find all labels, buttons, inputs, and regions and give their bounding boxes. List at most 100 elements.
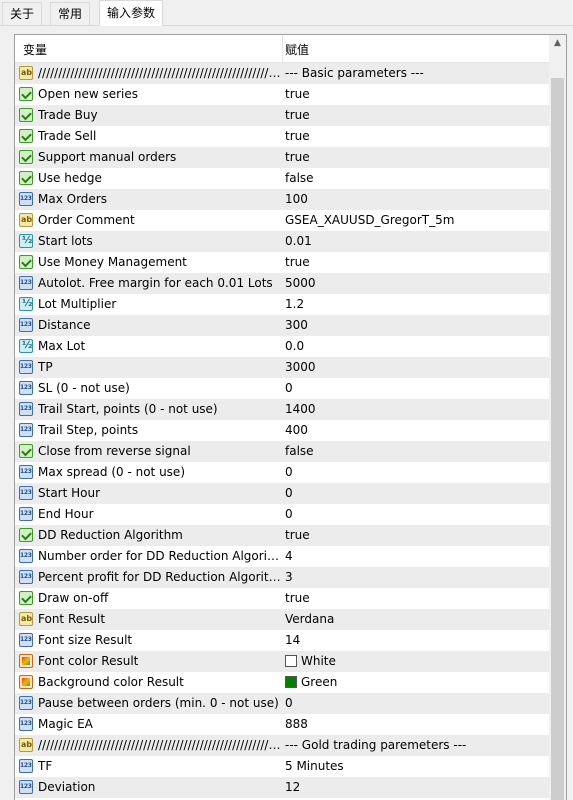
parameter-row[interactable]: Draw on-off true: [15, 588, 549, 609]
integer-type-icon: [19, 423, 33, 437]
parameter-row[interactable]: End Hour 0: [15, 504, 549, 525]
parameter-value[interactable]: 0: [285, 696, 545, 710]
parameter-row[interactable]: SL (0 - not use) 0: [15, 378, 549, 399]
color-swatch[interactable]: [285, 655, 297, 667]
column-separator[interactable]: [282, 35, 283, 62]
parameter-value[interactable]: 0: [285, 486, 545, 500]
scrollbar-thumb[interactable]: [551, 78, 564, 800]
bool-type-icon: [19, 87, 33, 101]
parameter-row[interactable]: Trade Buy true: [15, 105, 549, 126]
bool-type-icon: [19, 255, 33, 269]
parameter-value[interactable]: 888: [285, 717, 545, 731]
parameter-value[interactable]: 0.0: [285, 339, 545, 353]
parameter-row[interactable]: Use hedge false: [15, 168, 549, 189]
parameter-row[interactable]: ////////////////////////////////////////…: [15, 735, 549, 756]
parameter-value-text: --- Basic parameters ---: [285, 66, 424, 80]
parameter-value[interactable]: --- Basic parameters ---: [285, 66, 545, 80]
parameter-value-text: 0: [285, 486, 293, 500]
color-swatch[interactable]: [285, 676, 297, 688]
parameter-row[interactable]: Open new series true: [15, 84, 549, 105]
parameter-value[interactable]: true: [285, 129, 545, 143]
parameter-value[interactable]: 3: [285, 570, 545, 584]
parameter-row[interactable]: Trade Sell true: [15, 126, 549, 147]
parameter-row[interactable]: DD Reduction Algorithm true: [15, 525, 549, 546]
parameter-value[interactable]: true: [285, 591, 545, 605]
parameter-value[interactable]: White: [285, 654, 545, 668]
parameter-value[interactable]: 100: [285, 192, 545, 206]
parameter-row[interactable]: Distance 300: [15, 315, 549, 336]
parameter-row[interactable]: Max Orders 100: [15, 189, 549, 210]
parameter-row[interactable]: Lot Multiplier 1.2: [15, 294, 549, 315]
parameter-value[interactable]: 300: [285, 318, 545, 332]
parameter-value[interactable]: true: [285, 108, 545, 122]
vertical-scrollbar[interactable]: ▲: [549, 35, 566, 800]
tab-common[interactable]: 常用: [50, 2, 91, 25]
parameter-row[interactable]: Deviation 12: [15, 777, 549, 798]
parameter-row[interactable]: Magic EA 888: [15, 714, 549, 735]
parameter-name: Font color Result: [38, 654, 139, 668]
parameter-value[interactable]: Green: [285, 675, 545, 689]
parameters-grid: 变量 赋值 //////////////////////////////////…: [15, 35, 549, 798]
parameter-row[interactable]: Use Money Management true: [15, 252, 549, 273]
parameter-name: Support manual orders: [38, 150, 177, 164]
parameter-row[interactable]: Start Hour 0: [15, 483, 549, 504]
parameter-value[interactable]: GSEA_XAUUSD_GregorT_5m: [285, 213, 545, 227]
parameter-row[interactable]: Max Lot 0.0: [15, 336, 549, 357]
parameter-row[interactable]: ////////////////////////////////////////…: [15, 63, 549, 84]
parameter-row[interactable]: Font color Result White: [15, 651, 549, 672]
parameter-value[interactable]: 14: [285, 633, 545, 647]
parameter-value[interactable]: 1.2: [285, 297, 545, 311]
parameter-value-text: 0: [285, 465, 293, 479]
parameter-row[interactable]: TP 3000: [15, 357, 549, 378]
parameter-value[interactable]: false: [285, 171, 545, 185]
parameter-name: Max Lot: [38, 339, 86, 353]
parameter-row[interactable]: Autolot. Free margin for each 0.01 Lots 5…: [15, 273, 549, 294]
parameter-value[interactable]: Verdana: [285, 612, 545, 626]
parameter-row[interactable]: Trail Step, points 400: [15, 420, 549, 441]
parameter-value[interactable]: 0: [285, 507, 545, 521]
column-header-value[interactable]: 赋值: [285, 41, 309, 58]
parameter-value[interactable]: true: [285, 528, 545, 542]
parameter-value[interactable]: 12: [285, 780, 545, 794]
parameter-name: Close from reverse signal: [38, 444, 191, 458]
parameter-value-text: 0: [285, 381, 293, 395]
parameter-value[interactable]: 0.01: [285, 234, 545, 248]
parameter-value-text: 3000: [285, 360, 316, 374]
column-header-variable[interactable]: 变量: [23, 41, 47, 58]
parameter-row[interactable]: Number order for DD Reduction Algorithm 4: [15, 546, 549, 567]
scroll-up-arrow-icon[interactable]: ▲: [549, 35, 566, 52]
parameter-value[interactable]: true: [285, 255, 545, 269]
parameter-name: Max spread (0 - not use): [38, 465, 185, 479]
parameter-row[interactable]: Percent profit for DD Reduction Algorith…: [15, 567, 549, 588]
parameter-value[interactable]: --- Gold trading paremeters ---: [285, 738, 545, 752]
parameter-value-text: 300: [285, 318, 308, 332]
parameter-row[interactable]: Font size Result 14: [15, 630, 549, 651]
parameter-value[interactable]: 0: [285, 465, 545, 479]
parameter-name: Magic EA: [38, 717, 93, 731]
parameter-row[interactable]: Start lots 0.01: [15, 231, 549, 252]
parameter-name: TF: [38, 759, 53, 773]
parameter-value[interactable]: 4: [285, 549, 545, 563]
parameter-row[interactable]: Close from reverse signal false: [15, 441, 549, 462]
tab-about[interactable]: 关于: [2, 2, 43, 25]
tab-inputs[interactable]: 输入参数: [99, 0, 164, 26]
parameter-value[interactable]: true: [285, 87, 545, 101]
parameter-row[interactable]: Support manual orders true: [15, 147, 549, 168]
parameter-row[interactable]: Background color Result Green: [15, 672, 549, 693]
grid-header: 变量 赋值: [15, 35, 549, 63]
parameter-row[interactable]: Max spread (0 - not use) 0: [15, 462, 549, 483]
parameter-value[interactable]: 400: [285, 423, 545, 437]
parameter-value[interactable]: 1400: [285, 402, 545, 416]
parameter-row[interactable]: Order Comment GSEA_XAUUSD_GregorT_5m: [15, 210, 549, 231]
bool-type-icon: [19, 129, 33, 143]
parameter-row[interactable]: Trail Start, points (0 - not use) 1400: [15, 399, 549, 420]
parameter-row[interactable]: TF 5 Minutes: [15, 756, 549, 777]
parameter-value[interactable]: 5000: [285, 276, 545, 290]
parameter-row[interactable]: Font Result Verdana: [15, 609, 549, 630]
parameter-value[interactable]: 3000: [285, 360, 545, 374]
parameter-value[interactable]: false: [285, 444, 545, 458]
parameter-value[interactable]: 5 Minutes: [285, 759, 545, 773]
parameter-value[interactable]: true: [285, 150, 545, 164]
parameter-value[interactable]: 0: [285, 381, 545, 395]
parameter-row[interactable]: Pause between orders (min. 0 - not use) 0: [15, 693, 549, 714]
